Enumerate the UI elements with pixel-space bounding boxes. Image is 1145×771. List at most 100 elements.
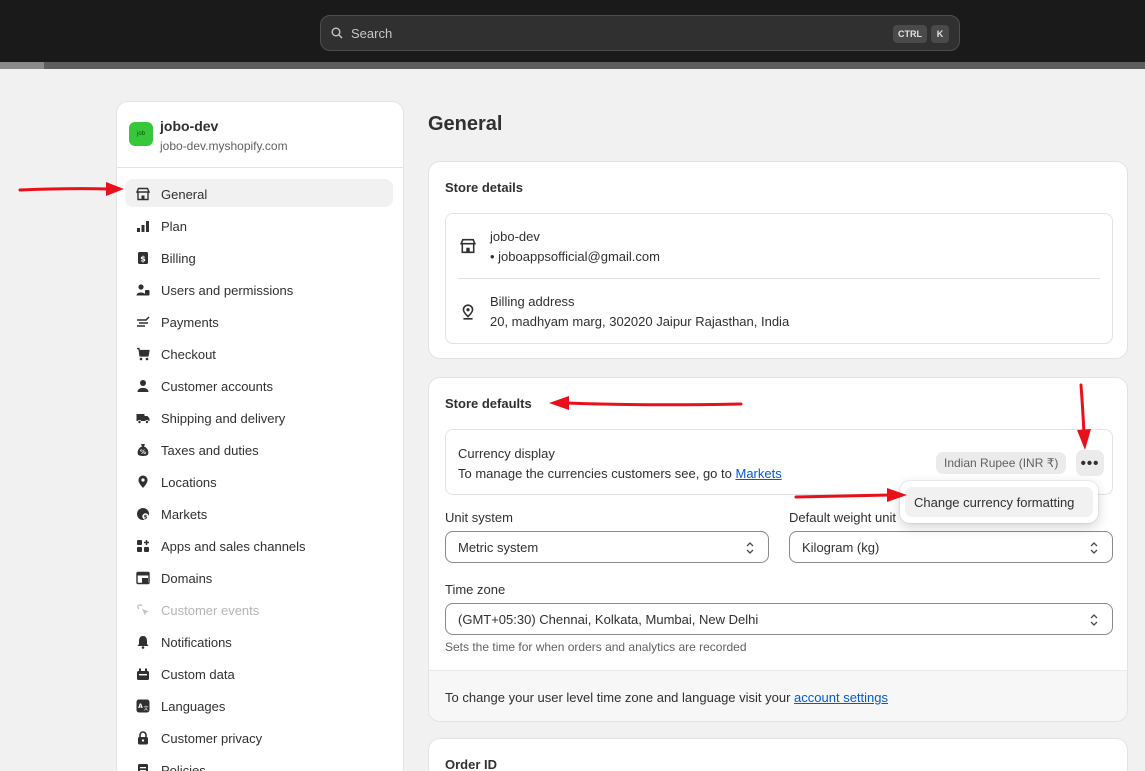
top-bar: Search CTRL K [0, 0, 1145, 62]
store-defaults-card: Store defaults Currency display To manag… [428, 377, 1128, 722]
order-id-card: Order ID [428, 738, 1128, 771]
sidebar-item-checkout[interactable]: Checkout [117, 338, 403, 370]
store-details-card: Store details jobo-dev • joboappsofficia… [428, 161, 1128, 359]
store-defaults-footer: To change your user level time zone and … [429, 670, 1127, 721]
annotation-arrow-more-button [1077, 383, 1091, 450]
sidebar-item-label: Notifications [161, 634, 232, 650]
weight-unit-label: Default weight unit [789, 510, 896, 525]
svg-text:$: $ [140, 255, 146, 264]
more-actions-popover: Change currency formatting [900, 481, 1098, 523]
svg-text:$: $ [144, 515, 148, 521]
sidebar-item-customer-events[interactable]: Customer events [117, 594, 403, 626]
globe-icon: $ [135, 506, 151, 522]
shortcut-ctrl-key: CTRL [893, 25, 927, 43]
store-details-email: • joboappsofficial@gmail.com [490, 249, 660, 264]
sidebar-item-users[interactable]: Users and permissions [117, 274, 403, 306]
store-icon [459, 238, 477, 254]
currency-display-title: Currency display [458, 446, 555, 461]
store-icon [135, 186, 151, 202]
billing-address-label: Billing address [490, 294, 575, 309]
sidebar-item-label: Taxes and duties [161, 442, 259, 458]
weight-unit-value: Kilogram (kg) [802, 539, 880, 555]
language-icon: A文 [135, 698, 151, 714]
shortcut-k-key: K [931, 25, 949, 43]
search-input[interactable]: Search CTRL K [320, 15, 960, 51]
annotation-arrow-general [18, 182, 124, 196]
sidebar-item-label: Plan [161, 218, 188, 234]
sidebar-item-label: Locations [161, 474, 217, 490]
store-avatar: job [129, 122, 153, 146]
cursor-icon [135, 602, 151, 618]
footer-text-prefix: To change your user level time zone and … [445, 690, 795, 705]
sidebar-item-languages[interactable]: A文 Languages [117, 690, 403, 722]
sidebar-item-customer-privacy[interactable]: Customer privacy [117, 722, 403, 754]
location-icon [135, 474, 151, 490]
sidebar-item-domains[interactable]: Domains [117, 562, 403, 594]
time-zone-help: Sets the time for when orders and analyt… [445, 640, 747, 654]
unit-system-label: Unit system [445, 510, 513, 525]
location-pin-icon [460, 304, 476, 320]
sidebar-item-label: Domains [161, 570, 213, 586]
billing-icon: $ [135, 250, 151, 266]
search-icon [331, 27, 343, 39]
svg-text:文: 文 [143, 705, 148, 712]
sidebar-item-label: Policies [161, 762, 206, 771]
time-zone-value: (GMT+05:30) Chennai, Kolkata, Mumbai, Ne… [458, 611, 759, 627]
payments-icon [135, 314, 151, 330]
search-placeholder: Search [351, 25, 393, 41]
currency-display-subtitle: To manage the currencies customers see, … [458, 466, 782, 481]
currency-display-subtitle-text: To manage the currencies customers see, … [458, 466, 736, 481]
store-details-title: Store details [445, 180, 524, 195]
bell-icon [135, 634, 151, 650]
account-settings-link[interactable]: account settings [794, 690, 888, 705]
sidebar-item-policies[interactable]: Policies [117, 754, 403, 771]
sidebar-item-custom-data[interactable]: Custom data [117, 658, 403, 690]
plan-icon [135, 218, 151, 234]
order-id-title: Order ID [445, 757, 498, 771]
sidebar-item-shipping[interactable]: Shipping and delivery [117, 402, 403, 434]
sidebar-item-taxes[interactable]: % Taxes and duties [117, 434, 403, 466]
store-details-box[interactable]: jobo-dev • joboappsofficial@gmail.com Bi… [445, 213, 1113, 344]
sidebar-item-locations[interactable]: Locations [117, 466, 403, 498]
sidebar-item-label: Custom data [161, 666, 235, 682]
select-chevron-icon [1090, 614, 1098, 626]
sidebar-item-label: Shipping and delivery [161, 410, 286, 426]
store-details-divider [458, 278, 1100, 279]
top-bar-divider [0, 62, 1145, 69]
svg-text:A: A [138, 703, 143, 710]
select-chevron-icon [746, 542, 754, 554]
policies-icon [135, 762, 151, 771]
sidebar-item-customer-accounts[interactable]: Customer accounts [117, 370, 403, 402]
apps-icon [135, 538, 151, 554]
billing-address-value: 20, madhyam marg, 302020 Jaipur Rajastha… [490, 314, 790, 329]
sidebar-item-notifications[interactable]: Notifications [117, 626, 403, 658]
sidebar-item-label: Checkout [161, 346, 216, 362]
unit-system-select[interactable]: Metric system [445, 531, 769, 563]
sidebar-item-payments[interactable]: Payments [117, 306, 403, 338]
custom-data-icon [135, 666, 151, 682]
sidebar-item-apps[interactable]: Apps and sales channels [117, 530, 403, 562]
tax-icon: % [135, 442, 151, 458]
time-zone-label: Time zone [445, 582, 506, 597]
settings-nav: General Plan $ Billing Users and permiss… [117, 178, 403, 771]
sidebar-item-plan[interactable]: Plan [117, 210, 403, 242]
sidebar-item-label: Payments [161, 314, 219, 330]
unit-system-value: Metric system [458, 539, 539, 555]
domains-icon [135, 570, 151, 586]
annotation-arrow-change-currency [794, 488, 907, 502]
sidebar-item-label: Customer accounts [161, 378, 273, 394]
sidebar-item-markets[interactable]: $ Markets [117, 498, 403, 530]
markets-link[interactable]: Markets [735, 466, 781, 481]
currency-badge: Indian Rupee (INR ₹) [936, 452, 1067, 474]
sidebar-item-billing[interactable]: $ Billing [117, 242, 403, 274]
weight-unit-select[interactable]: Kilogram (kg) [789, 531, 1113, 563]
store-header[interactable]: job jobo-dev jobo-dev.myshopify.com [117, 102, 403, 168]
time-zone-select[interactable]: (GMT+05:30) Chennai, Kolkata, Mumbai, Ne… [445, 603, 1113, 635]
change-currency-formatting-item[interactable]: Change currency formatting [905, 487, 1093, 517]
truck-icon [135, 410, 151, 426]
users-icon [135, 282, 151, 298]
store-defaults-title: Store defaults [445, 396, 532, 411]
store-name: jobo-dev [160, 118, 219, 134]
sidebar-item-label: Apps and sales channels [161, 538, 306, 554]
sidebar-item-general[interactable]: General [117, 178, 403, 210]
